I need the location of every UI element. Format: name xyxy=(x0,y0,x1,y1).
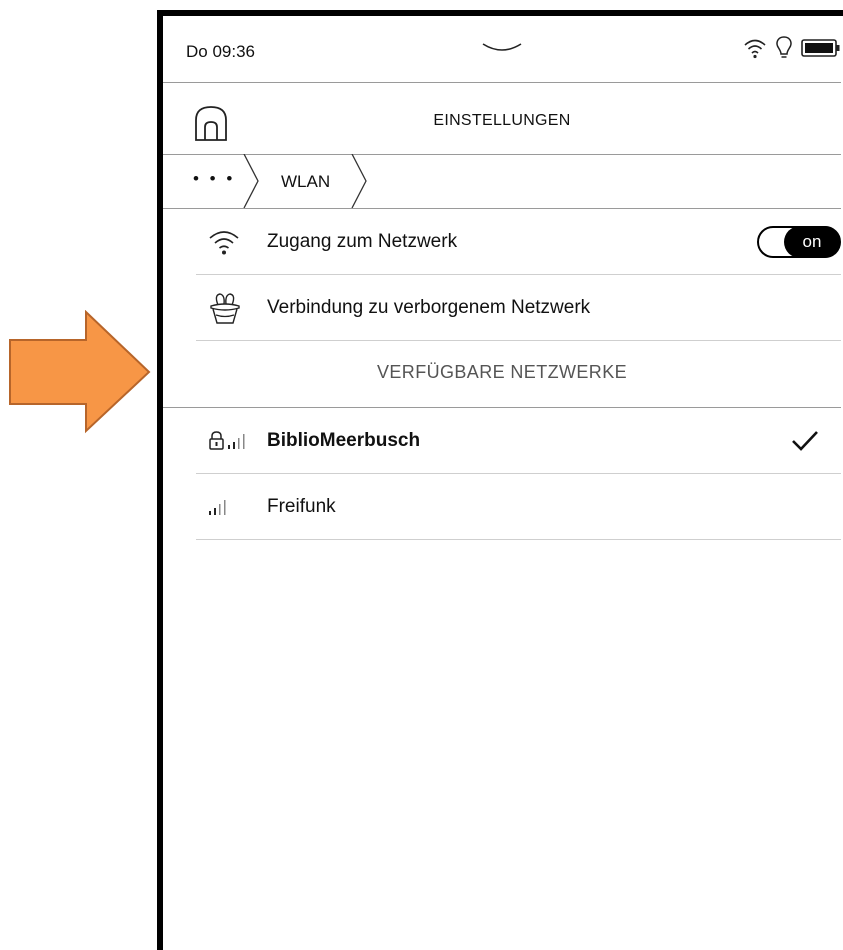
breadcrumb-separator-icon xyxy=(243,154,259,208)
breadcrumb-current[interactable]: WLAN xyxy=(281,172,330,192)
lock-signal-icon xyxy=(209,431,245,450)
signal-icon xyxy=(228,434,245,449)
breadcrumb: • • • WLAN xyxy=(163,154,841,208)
wifi-icon xyxy=(744,39,766,59)
network-name: Freifunk xyxy=(267,496,336,517)
battery-icon xyxy=(801,39,840,57)
breadcrumb-separator-icon xyxy=(351,154,367,208)
network-access-toggle[interactable]: on xyxy=(757,226,841,258)
hidden-network-row[interactable]: Verbindung zu verborgenem Netzwerk xyxy=(196,275,841,341)
bulb-icon[interactable] xyxy=(775,35,793,61)
wifi-icon xyxy=(209,231,239,255)
available-networks-heading: VERFÜGBARE NETZWERKE xyxy=(376,362,628,382)
network-access-row[interactable]: Zugang zum Netzwerk on xyxy=(196,209,841,275)
signal-icon xyxy=(209,500,226,515)
screen: Do 09:36 EINSTELLUNGEN • • • WLAN Zugang… xyxy=(163,16,841,950)
breadcrumb-more[interactable]: • • • xyxy=(193,169,235,189)
annotation-arrow xyxy=(9,310,151,434)
network-name: BiblioMeerbusch xyxy=(267,430,421,451)
status-icons xyxy=(743,32,841,64)
toggle-state: on xyxy=(784,226,840,258)
hidden-network-label: Verbindung zu verborgenem Netzwerk xyxy=(267,297,591,318)
network-item[interactable]: Freifunk xyxy=(196,474,841,540)
lock-icon xyxy=(209,431,224,450)
hidden-network-icon xyxy=(210,293,240,324)
checkmark-icon xyxy=(792,431,818,451)
chevron-down-icon[interactable] xyxy=(481,38,523,58)
ereader-device-frame: Do 09:36 EINSTELLUNGEN • • • WLAN Zugang… xyxy=(157,10,843,950)
network-access-label: Zugang zum Netzwerk xyxy=(267,231,458,252)
page-title: EINSTELLUNGEN xyxy=(433,112,571,129)
status-time: Do 09:36 xyxy=(186,42,255,61)
network-item[interactable]: BiblioMeerbusch xyxy=(196,408,841,474)
